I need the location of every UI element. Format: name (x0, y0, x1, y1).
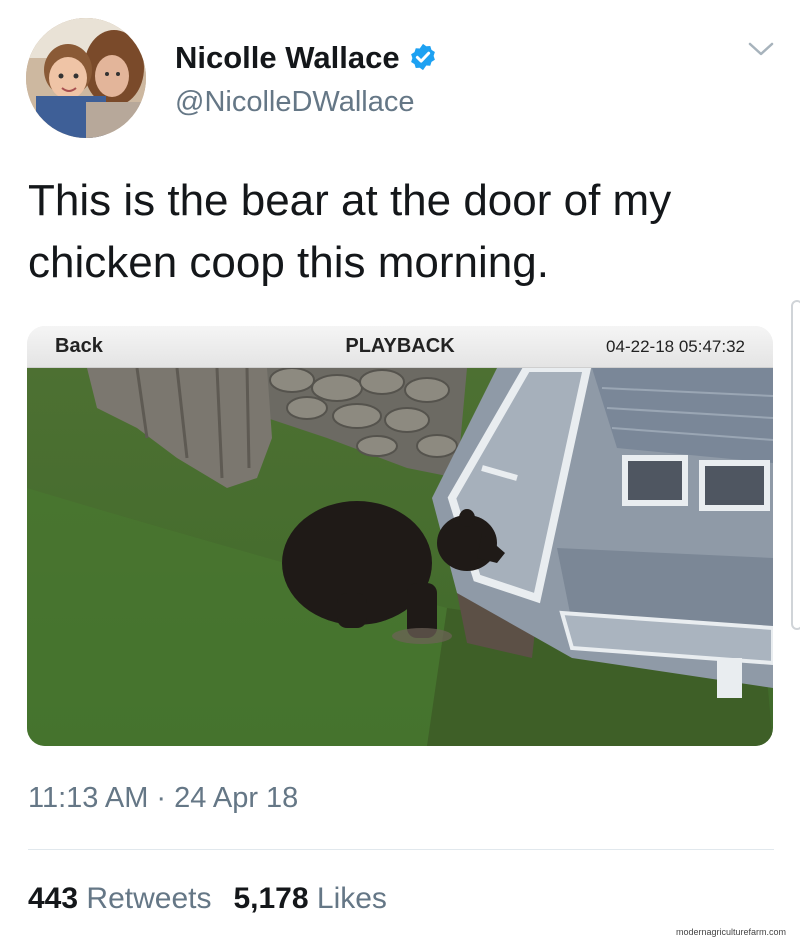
scroll-handle[interactable] (791, 300, 800, 630)
tweet-timestamp[interactable]: 11:13 AM · 24 Apr 18 (28, 782, 298, 815)
playback-datetime: 04-22-18 05:47:32 (606, 337, 745, 356)
avatar[interactable] (26, 18, 146, 138)
playback-bar: Back PLAYBACK 04-22-18 05:47:32 (27, 326, 773, 368)
tweet-text: This is the bear at the door of my chick… (28, 176, 672, 287)
likes-stat[interactable]: 5,178 Likes (233, 882, 386, 916)
author-name[interactable]: Nicolle Wallace (175, 40, 438, 76)
retweets-count: 443 (28, 882, 79, 915)
tweet-media[interactable]: Back PLAYBACK 04-22-18 05:47:32 (27, 326, 773, 746)
divider (28, 849, 774, 850)
avatar-photo (26, 18, 146, 138)
verified-badge-icon (410, 43, 435, 71)
bear-photo (27, 368, 773, 746)
author-handle[interactable]: @NicolleDWallace (175, 86, 414, 119)
tweet-stats: 443 Retweets 5,178 Likes (28, 882, 409, 916)
chevron-down-icon[interactable] (744, 36, 778, 62)
author-name-text: Nicolle Wallace (175, 40, 400, 75)
tweet-page: Nicolle Wallace @NicolleDWallace This is… (0, 0, 800, 942)
likes-count: 5,178 (233, 882, 309, 915)
retweets-label: Retweets (86, 882, 212, 915)
watermark: modernagriculturefarm.com (676, 927, 787, 937)
likes-label: Likes (316, 882, 387, 915)
retweets-stat[interactable]: 443 Retweets (28, 882, 211, 916)
